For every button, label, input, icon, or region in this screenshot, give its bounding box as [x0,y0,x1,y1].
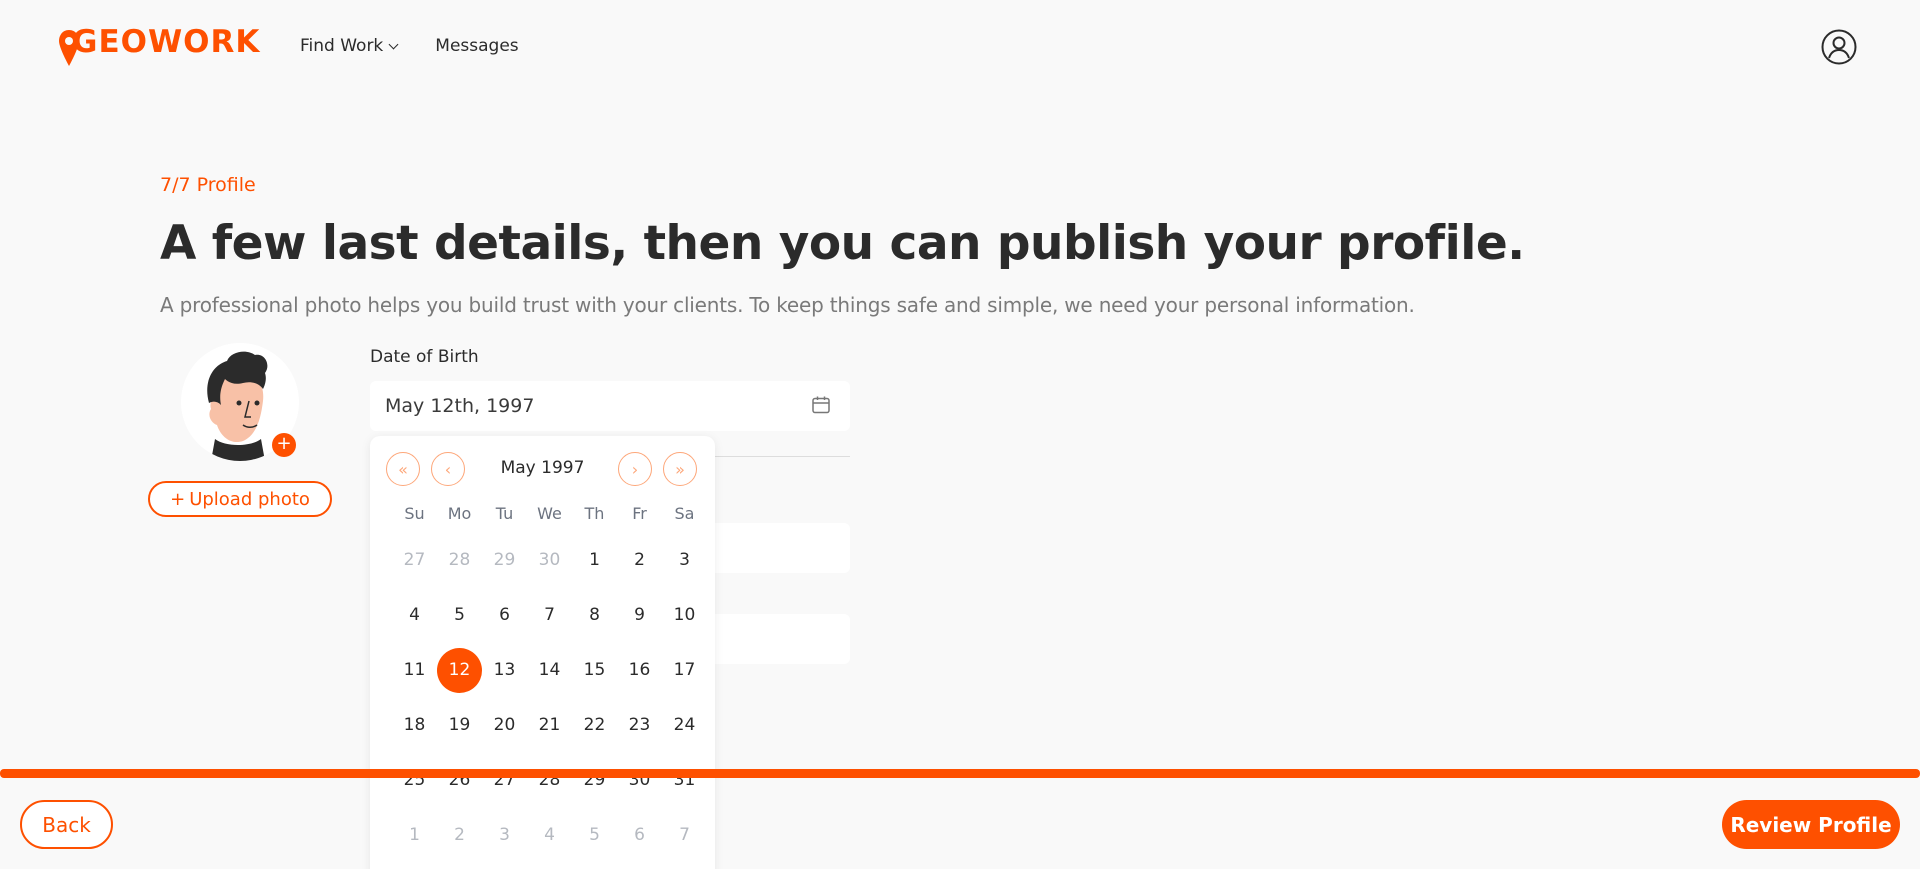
chevron-down-icon [388,39,399,49]
plus-icon: + [170,488,186,510]
weekday-label: We [537,504,562,523]
back-button-label: Back [42,812,91,837]
calendar-day[interactable]: 3 [482,813,527,858]
calendar-weekdays: Su Mo Tu We Th Fr Sa [392,504,707,523]
calendar-day[interactable]: 29 [572,758,617,803]
nav-find-work[interactable]: Find Work [300,36,399,56]
main-nav: Find Work Messages [300,36,519,56]
add-photo-icon[interactable]: + [272,433,296,457]
weekday-label: Tu [495,504,514,523]
upload-photo-label: Upload photo [189,488,310,510]
calendar-week: 27 28 29 30 1 2 3 [392,538,707,583]
next-month-button[interactable]: › [618,452,652,486]
calendar-day[interactable]: 14 [527,648,572,693]
page-title: A few last details, then you can publish… [160,216,1525,271]
calendar-day[interactable]: 7 [527,593,572,638]
calendar-day[interactable]: 17 [662,648,707,693]
calendar-week: 25 26 27 28 29 30 31 [392,758,707,803]
calendar-week: 11 12 13 14 15 16 17 [392,648,707,693]
form-field-hidden[interactable] [700,523,850,573]
calendar-day[interactable]: 5 [572,813,617,858]
calendar-day[interactable]: 21 [527,703,572,748]
calendar-day[interactable]: 18 [392,703,437,748]
calendar-day[interactable]: 22 [572,703,617,748]
calendar-week: 4 5 6 7 8 9 10 [392,593,707,638]
calendar-day[interactable]: 7 [662,813,707,858]
review-profile-label: Review Profile [1730,812,1892,837]
calendar-day[interactable]: 27 [482,758,527,803]
calendar-day[interactable]: 2 [437,813,482,858]
logo-text: GEOWORK [72,24,261,60]
calendar-day[interactable]: 4 [392,593,437,638]
calendar-day[interactable]: 27 [392,538,437,583]
calendar-day[interactable]: 8 [572,593,617,638]
dob-input[interactable] [370,381,850,431]
next-year-button[interactable]: » [663,452,697,486]
calendar-day[interactable]: 23 [617,703,662,748]
calendar-day[interactable]: 16 [617,648,662,693]
step-indicator: 7/7 Profile [160,174,256,196]
field-divider [700,456,850,457]
date-picker: « ‹ May 1997 › » Su Mo Tu We Th Fr Sa 27… [370,436,715,869]
back-button[interactable]: Back [20,800,113,849]
dob-label: Date of Birth [370,347,479,367]
weekday-label: Su [404,504,425,523]
calendar-day[interactable]: 11 [392,648,437,693]
progress-bar [0,769,1920,778]
chevron-right-icon: › [631,459,639,479]
page-subtitle: A professional photo helps you build tru… [160,293,1415,317]
nav-messages[interactable]: Messages [435,36,518,56]
calendar-day[interactable]: 9 [617,593,662,638]
calendar-day[interactable]: 26 [437,758,482,803]
calendar-day[interactable]: 31 [662,758,707,803]
calendar-day[interactable]: 19 [437,703,482,748]
calendar-week: 1 2 3 4 5 6 7 [392,813,707,858]
calendar-day[interactable]: 20 [482,703,527,748]
nav-find-work-label: Find Work [300,36,384,56]
calendar-day[interactable]: 28 [527,758,572,803]
calendar-day[interactable]: 4 [527,813,572,858]
calendar-day[interactable]: 28 [437,538,482,583]
calendar-day[interactable]: 10 [662,593,707,638]
user-circle-icon[interactable] [1821,29,1857,65]
calendar-day[interactable]: 30 [527,538,572,583]
calendar-day[interactable]: 15 [572,648,617,693]
calendar-day[interactable]: 29 [482,538,527,583]
calendar-icon[interactable] [811,395,831,415]
calendar-day[interactable]: 30 [617,758,662,803]
nav-messages-label: Messages [435,36,519,56]
calendar-week: 18 19 20 21 22 23 24 [392,703,707,748]
calendar-day[interactable]: 5 [437,593,482,638]
calendar-day[interactable]: 6 [617,813,662,858]
double-chevron-right-icon: » [675,459,685,479]
calendar-day[interactable]: 6 [482,593,527,638]
top-header: GEOWORK Find Work Messages [0,0,1920,95]
calendar-day[interactable]: 24 [662,703,707,748]
weekday-label: Mo [447,504,472,523]
calendar-day[interactable]: 2 [617,538,662,583]
calendar-day[interactable]: 25 [392,758,437,803]
calendar-day[interactable]: 1 [392,813,437,858]
review-profile-button[interactable]: Review Profile [1722,800,1900,849]
calendar-day[interactable]: 3 [662,538,707,583]
upload-photo-button[interactable]: + Upload photo [148,481,332,517]
form-field-hidden[interactable] [700,614,850,664]
calendar-day-selected[interactable]: 12 [437,648,482,693]
weekday-label: Sa [674,504,695,523]
calendar-day[interactable]: 1 [572,538,617,583]
weekday-label: Fr [632,504,647,523]
calendar-day[interactable]: 13 [482,648,527,693]
weekday-label: Th [584,504,605,523]
